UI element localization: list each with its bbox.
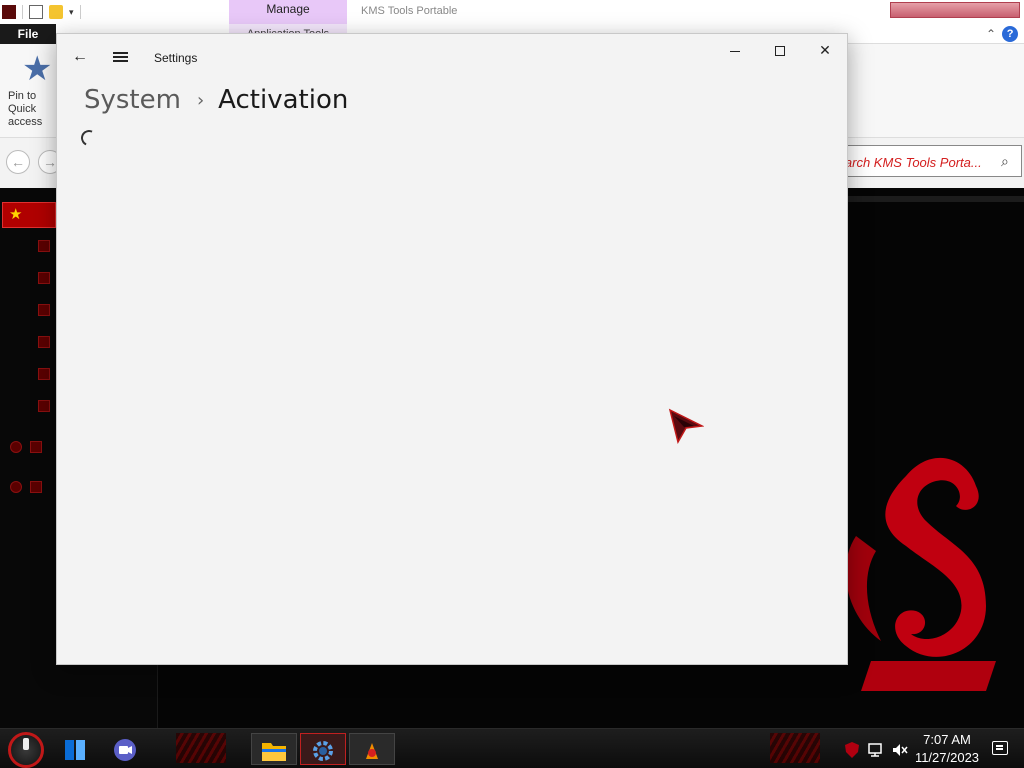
pin-to-quick-access-label[interactable]: Pin to Quick access bbox=[8, 90, 58, 129]
clock-date: 11/27/2023 bbox=[914, 750, 980, 765]
task-view-button[interactable] bbox=[52, 733, 98, 765]
minimize-button[interactable] bbox=[712, 34, 758, 66]
toolbar-divider bbox=[79, 5, 81, 19]
search-input[interactable]: Search KMS Tools Porta... bbox=[829, 155, 982, 170]
file-tab[interactable]: File bbox=[0, 24, 56, 44]
chat-button[interactable] bbox=[102, 733, 148, 765]
gear-icon bbox=[313, 741, 333, 762]
star-icon: ★ bbox=[9, 206, 23, 223]
sidebar-item[interactable] bbox=[38, 240, 50, 252]
sidebar-item[interactable] bbox=[38, 368, 50, 380]
start-button[interactable] bbox=[8, 732, 44, 768]
sidebar-item[interactable] bbox=[38, 336, 50, 348]
ribbon-help: ⌃ ? bbox=[986, 26, 1019, 42]
back-arrow-icon[interactable]: ← bbox=[69, 46, 91, 68]
close-icon: ✕ bbox=[819, 42, 831, 58]
page-title: Activation bbox=[218, 85, 349, 115]
breadcrumb-system[interactable]: System bbox=[84, 85, 181, 115]
notification-center-icon[interactable] bbox=[992, 741, 1008, 755]
chevron-up-icon[interactable]: ⌃ bbox=[986, 27, 996, 41]
back-arrow-icon[interactable]: ← bbox=[6, 150, 30, 174]
breadcrumb-separator: › bbox=[196, 89, 205, 111]
quick-access-toolbar: ▾ bbox=[0, 0, 81, 24]
settings-window-title: Settings bbox=[154, 51, 198, 65]
sidebar-item[interactable] bbox=[38, 272, 50, 284]
toolbar-divider bbox=[22, 5, 23, 19]
clock-time: 7:07 AM bbox=[923, 732, 971, 747]
explorer-titlebar bbox=[0, 0, 1024, 24]
sidebar-item[interactable] bbox=[10, 441, 22, 453]
kms-tool-button[interactable] bbox=[349, 733, 395, 765]
sidebar-item[interactable] bbox=[30, 481, 42, 493]
properties-icon[interactable] bbox=[29, 5, 43, 19]
close-button[interactable]: ✕ bbox=[802, 34, 848, 66]
task-view-icon bbox=[65, 740, 85, 761]
kms-tool-icon bbox=[366, 743, 378, 760]
hamburger-menu-icon[interactable] bbox=[109, 46, 131, 68]
app-icon bbox=[2, 5, 16, 19]
taskbar: 7:07 AM 11/27/2023 bbox=[0, 728, 1024, 768]
sidebar-item[interactable] bbox=[30, 441, 42, 453]
breadcrumb: System › Activation bbox=[84, 82, 348, 118]
search-icon[interactable]: ⌕ bbox=[1001, 153, 1009, 170]
sidebar-item[interactable] bbox=[38, 400, 50, 412]
maximize-button[interactable] bbox=[757, 34, 803, 66]
loading-spinner-icon bbox=[78, 127, 100, 149]
maximize-icon bbox=[775, 46, 785, 57]
shield-icon[interactable] bbox=[843, 729, 861, 768]
msi-dragon-logo bbox=[845, 457, 996, 691]
settings-window: ← Settings ✕ System › Activation bbox=[56, 33, 848, 665]
volume-muted-icon[interactable] bbox=[891, 729, 909, 768]
file-explorer-button[interactable] bbox=[251, 733, 297, 765]
explorer-caption-buttons[interactable] bbox=[890, 2, 1020, 18]
settings-titlebar[interactable]: ← Settings ✕ bbox=[57, 34, 847, 80]
star-icon[interactable]: ★ bbox=[22, 52, 52, 86]
search-box[interactable]: Search KMS Tools Porta... ⌕ bbox=[820, 145, 1022, 177]
folder-icon bbox=[262, 743, 286, 762]
explorer-window-title: KMS Tools Portable bbox=[361, 5, 458, 17]
settings-taskbar-button[interactable] bbox=[300, 733, 346, 765]
sidebar-item[interactable] bbox=[10, 481, 22, 493]
new-folder-icon[interactable] bbox=[49, 5, 63, 19]
mouse-cursor-icon bbox=[668, 408, 704, 444]
taskbar-decoration bbox=[770, 733, 820, 763]
sidebar-item[interactable] bbox=[38, 304, 50, 316]
help-icon[interactable]: ? bbox=[1002, 26, 1019, 42]
minimize-icon bbox=[730, 50, 740, 52]
sidebar-item-quick-access[interactable]: ★ bbox=[2, 202, 56, 228]
qat-dropdown-icon[interactable]: ▾ bbox=[69, 7, 74, 18]
taskbar-decoration bbox=[176, 733, 226, 763]
chat-icon bbox=[114, 739, 136, 762]
manage-tab[interactable]: Manage bbox=[229, 0, 347, 24]
taskbar-clock[interactable]: 7:07 AM 11/27/2023 bbox=[912, 731, 982, 767]
network-icon[interactable] bbox=[867, 729, 885, 768]
